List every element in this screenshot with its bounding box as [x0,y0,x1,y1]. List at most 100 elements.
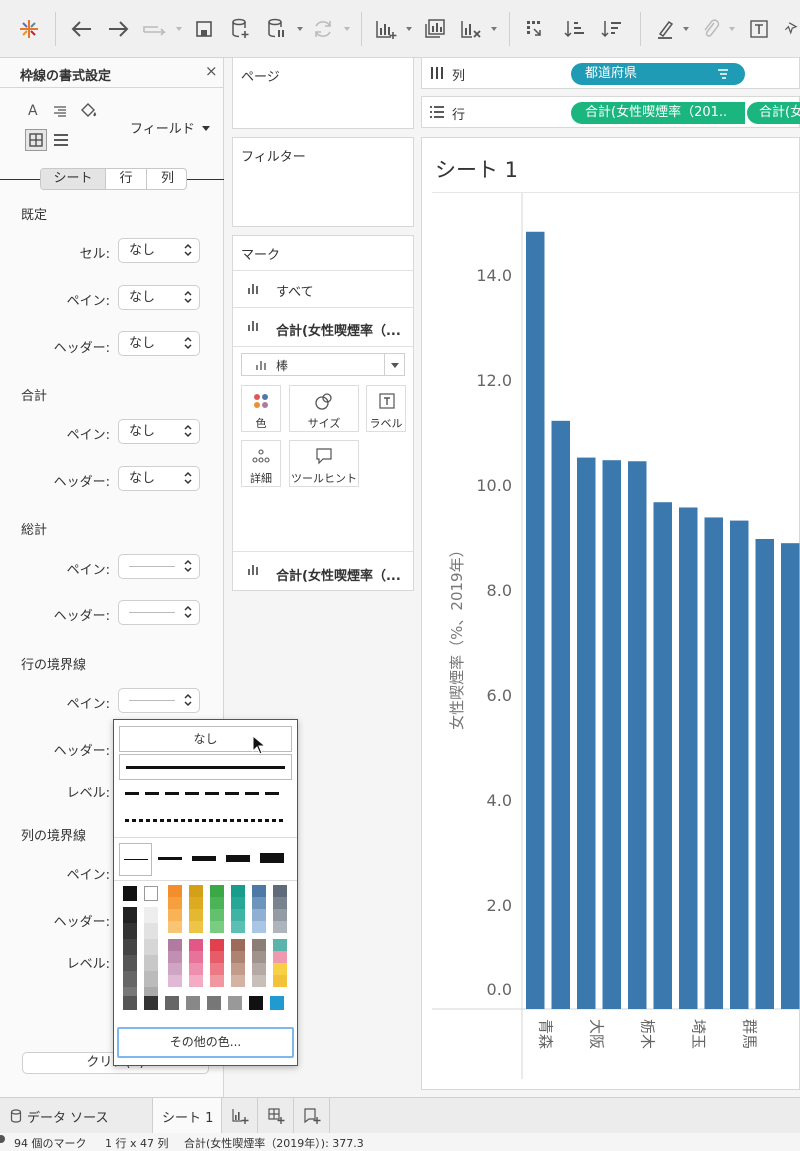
marks-bottom-measure-row[interactable]: 合計(女性喫煙率（... [233,552,413,590]
borders-format-icon[interactable] [25,129,47,151]
color-swatch[interactable] [144,907,158,923]
color-swatch[interactable] [273,885,287,897]
color-swatch[interactable] [144,955,158,971]
color-swatch[interactable] [210,951,224,963]
total-pane-select[interactable]: なし [118,419,200,444]
pause-autoupdate-icon[interactable] [264,16,288,42]
color-swatch[interactable] [252,951,266,963]
tableau-logo-icon[interactable] [16,16,42,42]
marks-all-row[interactable]: すべて [233,271,413,307]
color-swatch[interactable] [231,975,245,987]
group-paperclip-icon[interactable] [698,16,724,42]
close-icon[interactable]: × [205,62,218,80]
color-swatch[interactable] [168,951,182,963]
new-dashboard-tab-button[interactable] [258,1098,294,1133]
color-swatch[interactable] [168,963,182,975]
color-swatch[interactable] [270,996,284,1010]
bar[interactable] [755,538,775,1009]
tooltip-button[interactable]: ツールヒント [289,440,359,487]
color-swatch[interactable] [210,963,224,975]
color-swatch[interactable] [273,963,287,975]
color-swatch[interactable] [231,921,245,933]
alignment-format-icon[interactable] [52,104,68,124]
columns-shelf[interactable]: 列 都道府県 [421,57,800,89]
shading-format-icon[interactable] [79,102,99,124]
bar[interactable] [653,502,673,1009]
color-swatch[interactable] [249,996,263,1010]
replay-icon[interactable] [141,16,171,42]
bar[interactable] [526,231,545,1009]
bar[interactable] [628,461,647,1009]
color-swatch[interactable] [123,923,137,939]
field-dropdown[interactable]: フィールド [130,118,210,137]
new-story-tab-button[interactable] [294,1098,330,1133]
color-swatch[interactable] [210,885,224,897]
color-swatch[interactable] [123,939,137,955]
color-swatch-white[interactable] [144,886,158,901]
default-cell-select[interactable]: なし [118,238,200,263]
label-button[interactable]: ラベル [366,385,406,432]
color-button[interactable]: 色 [241,385,281,432]
color-swatch[interactable] [123,955,137,971]
color-swatch[interactable] [252,921,266,933]
tab-rows[interactable]: 行 [106,169,146,189]
bar[interactable] [781,543,800,1009]
default-header-select[interactable]: なし [118,331,200,356]
color-swatch[interactable] [207,996,221,1010]
redo-icon[interactable] [106,16,132,42]
undo-icon[interactable] [68,16,94,42]
color-swatch[interactable] [252,885,266,897]
color-swatch[interactable] [186,996,200,1010]
bar[interactable] [602,460,622,1010]
font-format-icon[interactable]: A [28,103,38,119]
grand-total-pane-select[interactable] [118,554,200,579]
highlight-icon[interactable] [652,16,678,42]
show-mark-labels-icon[interactable] [746,16,772,42]
color-swatch[interactable] [210,921,224,933]
tab-sheet-1[interactable]: シート 1 [152,1098,222,1134]
new-worksheet-icon[interactable] [372,16,400,42]
bar[interactable] [704,517,724,1009]
color-swatch[interactable] [168,885,182,897]
save-icon[interactable] [192,16,216,42]
color-swatch[interactable] [168,975,182,987]
color-swatch[interactable] [228,996,242,1010]
filters-card[interactable]: フィルター [232,137,414,227]
new-worksheet-tab-button[interactable] [222,1098,258,1133]
duplicate-sheet-icon[interactable] [421,16,449,42]
color-swatch[interactable] [189,921,203,933]
pin-axes-icon[interactable] [783,16,800,42]
size-button[interactable]: サイズ [289,385,359,432]
tab-columns[interactable]: 列 [147,169,186,189]
color-swatch[interactable] [144,971,158,987]
color-swatch[interactable] [189,963,203,975]
color-swatch[interactable] [252,963,266,975]
color-swatch[interactable] [273,939,287,951]
bar[interactable] [730,520,749,1009]
color-swatch[interactable] [210,939,224,951]
pill-prefecture[interactable]: 都道府県 [571,63,745,85]
color-swatch[interactable] [144,996,158,1010]
color-swatch[interactable] [165,996,179,1010]
more-colors-button[interactable]: その他の色... [117,1027,294,1058]
color-swatch[interactable] [189,975,203,987]
tab-sheet[interactable]: シート [41,169,105,189]
color-swatch[interactable] [273,897,287,909]
color-swatch[interactable] [273,909,287,921]
color-swatch[interactable] [231,963,245,975]
color-swatch[interactable] [210,909,224,921]
swap-rows-columns-icon[interactable] [522,16,548,42]
default-pane-select[interactable]: なし [118,285,200,310]
color-swatch[interactable] [168,939,182,951]
total-header-select[interactable]: なし [118,466,200,491]
color-swatch[interactable] [252,897,266,909]
color-swatch[interactable] [273,921,287,933]
color-swatch[interactable] [252,975,266,987]
color-swatch[interactable] [231,885,245,897]
new-datasource-icon[interactable] [228,16,252,42]
pill-female-smoking-rate-2[interactable]: 合計(女 [747,102,800,124]
clear-sheet-icon[interactable] [457,16,485,42]
color-swatch[interactable] [231,951,245,963]
refresh-icon[interactable] [310,16,336,42]
bar[interactable] [551,420,571,1009]
